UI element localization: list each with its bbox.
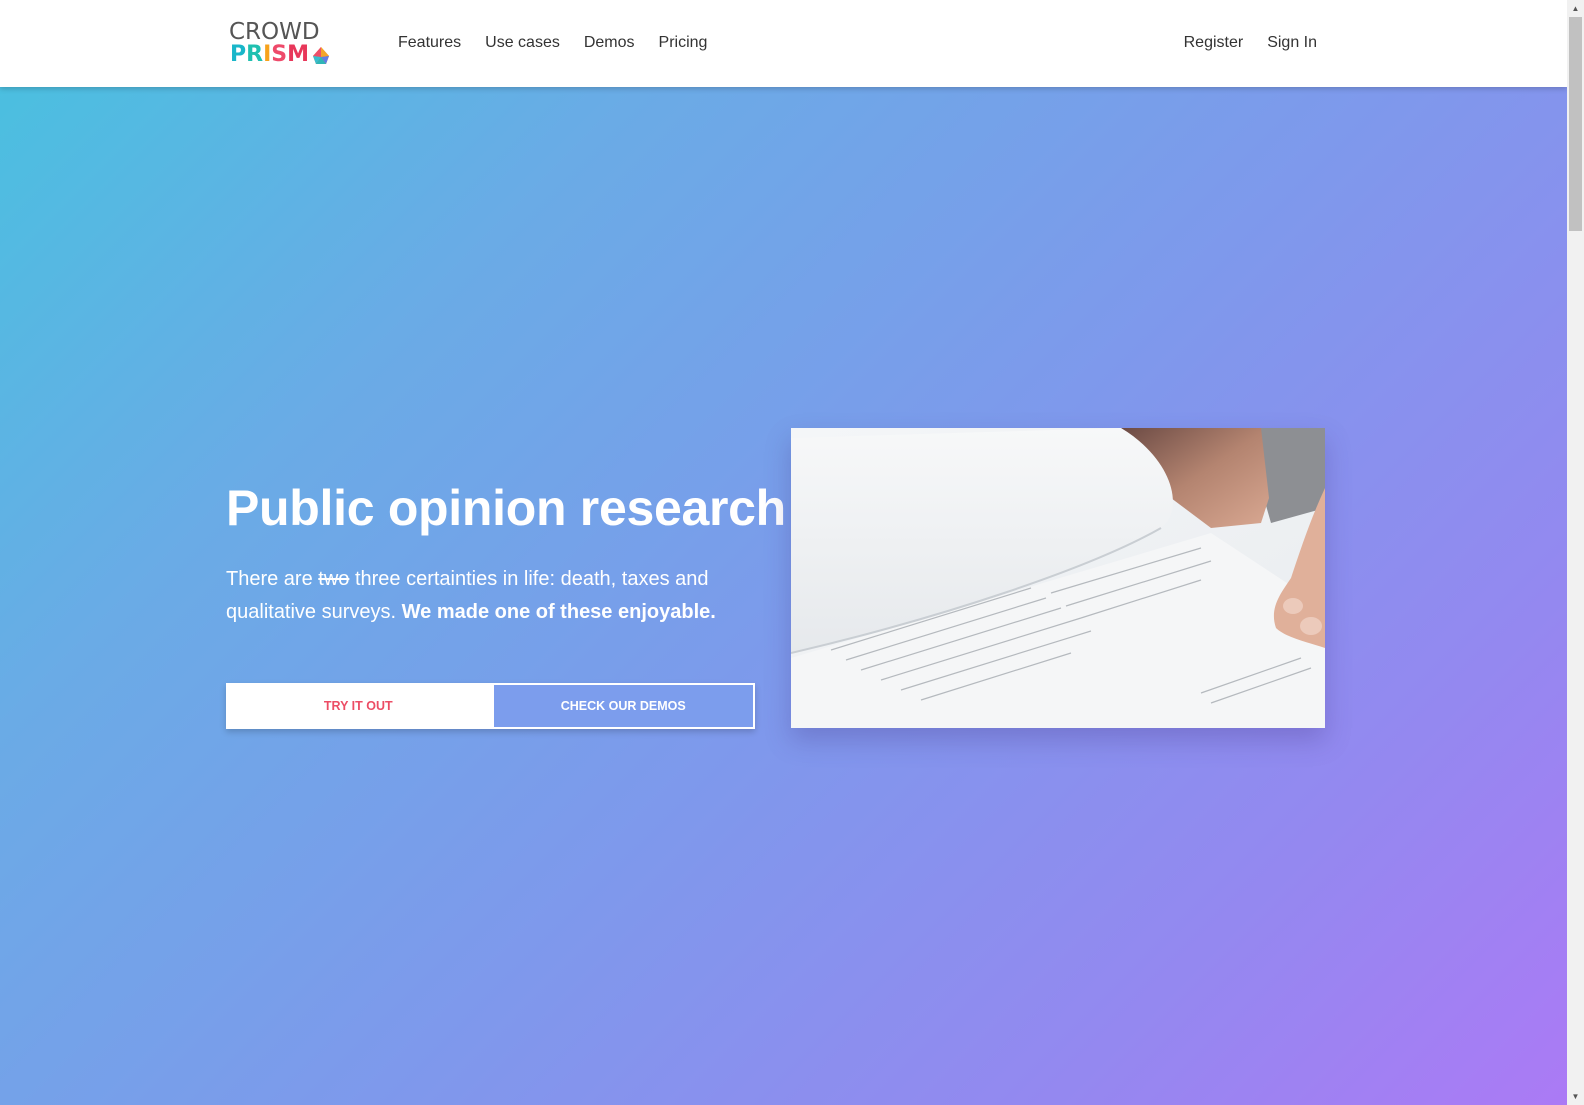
scroll-down-icon[interactable]: ▼ [1567, 1088, 1584, 1105]
scroll-thumb[interactable] [1569, 17, 1582, 231]
cta-button-group: TRY IT OUT CHECK OUR DEMOS [226, 683, 755, 729]
logo-letter: R [246, 42, 264, 67]
vertical-scrollbar[interactable]: ▲ ▼ [1567, 0, 1584, 1105]
nav-link-features[interactable]: Features [398, 32, 461, 54]
check-demos-button[interactable]: CHECK OUR DEMOS [490, 683, 755, 729]
hero-text-bold: We made one of these enjoyable. [401, 601, 716, 623]
hero-image [791, 428, 1325, 728]
nav-link-use-cases[interactable]: Use cases [485, 32, 560, 54]
logo-prism-text: PRISM [230, 43, 309, 67]
logo-letter: P [230, 42, 247, 67]
navbar: CROWD PRISM Features Use cases Demos Pri… [0, 0, 1567, 87]
scroll-up-icon[interactable]: ▲ [1567, 0, 1584, 17]
logo-letter: S [271, 42, 288, 67]
nav-link-pricing[interactable]: Pricing [659, 32, 708, 54]
nav-link-sign-in[interactable]: Sign In [1267, 32, 1317, 54]
account-nav: Register Sign In [1160, 32, 1317, 54]
nav-link-demos[interactable]: Demos [584, 32, 635, 54]
hero-description: There are two three certainties in life:… [226, 563, 726, 629]
logo-crowd-text: CROWD [229, 19, 320, 45]
nav-link-register[interactable]: Register [1184, 32, 1244, 54]
main-nav: Features Use cases Demos Pricing [398, 32, 731, 54]
logo[interactable]: CROWD PRISM [229, 20, 339, 68]
page: CROWD PRISM Features Use cases Demos Pri… [0, 0, 1567, 1105]
hero-text-struck: two [318, 568, 350, 590]
prism-gem-icon [313, 47, 329, 64]
logo-letter: M [287, 42, 310, 67]
hero-title: Public opinion research [226, 480, 786, 536]
document-photo-illustration [791, 428, 1325, 728]
hero-text-part: There are [226, 568, 319, 590]
try-it-out-button[interactable]: TRY IT OUT [226, 683, 491, 729]
